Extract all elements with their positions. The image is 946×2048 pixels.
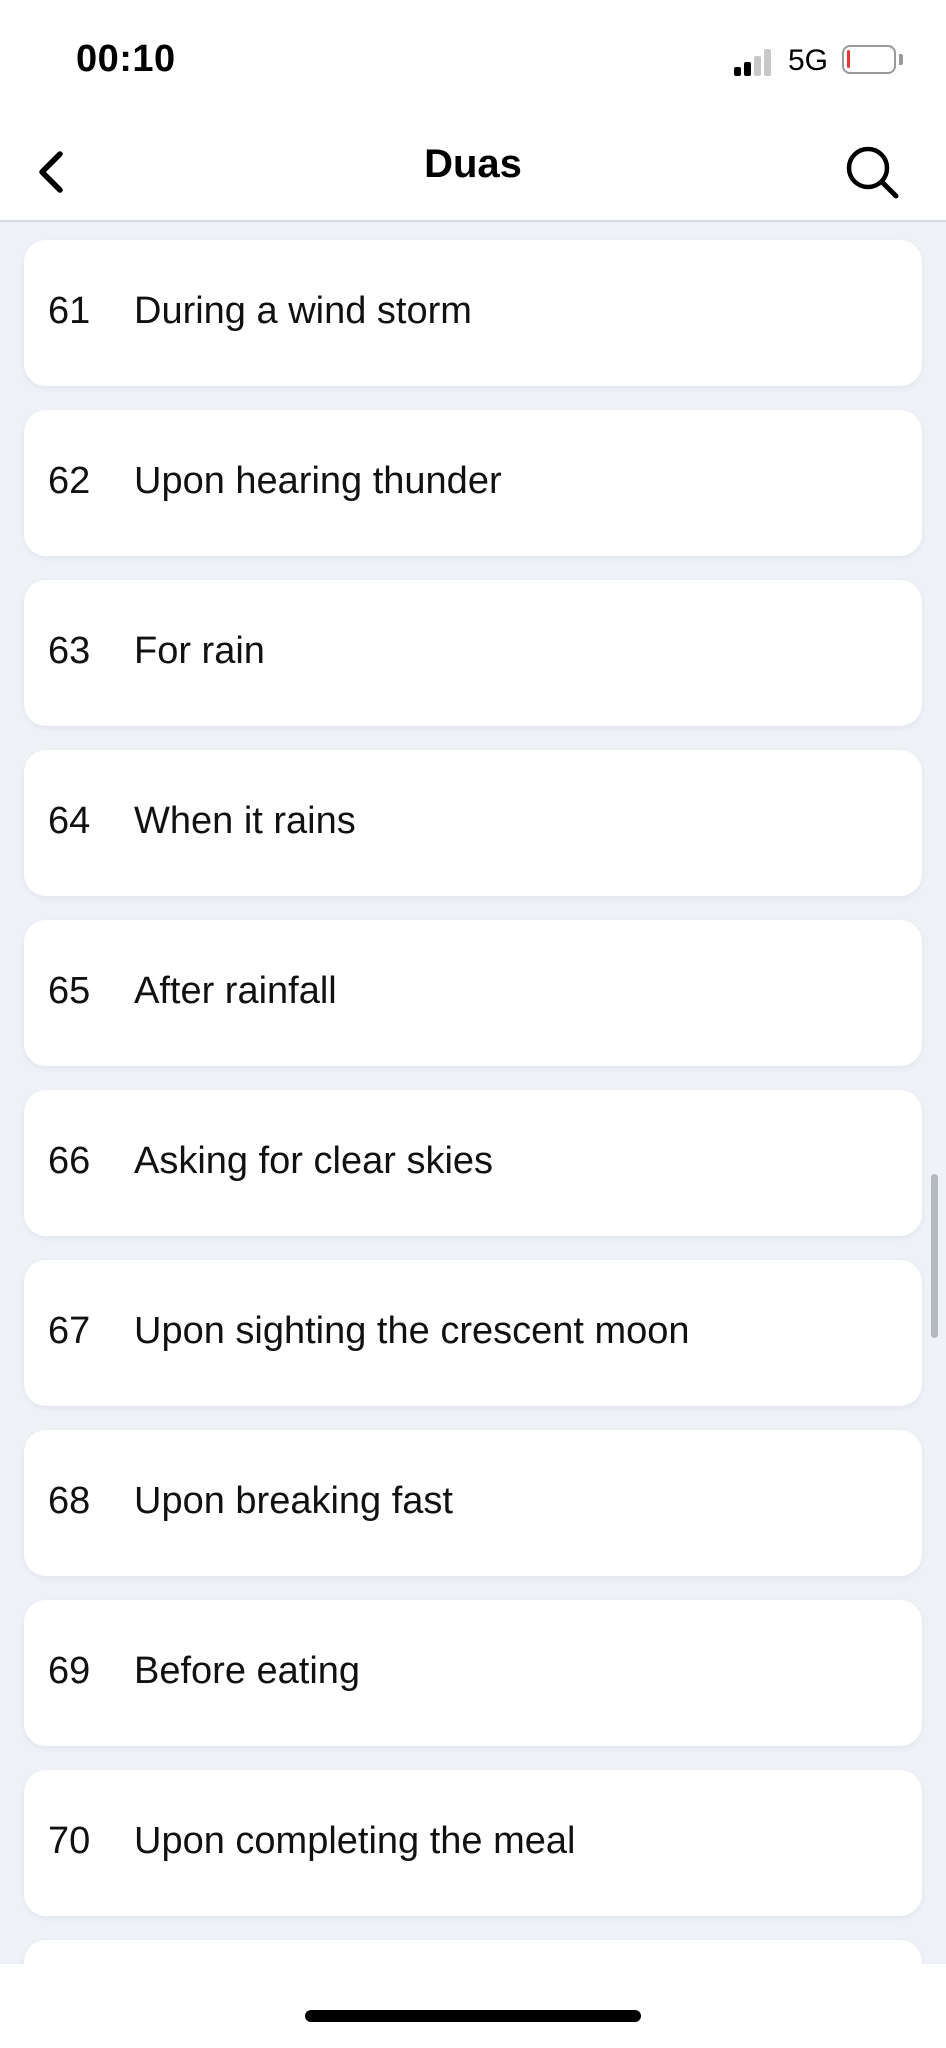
dua-number: 69 — [48, 1650, 91, 1692]
dua-list-item[interactable] — [24, 1940, 922, 1964]
dua-title: After rainfall — [134, 970, 337, 1012]
home-indicator[interactable] — [305, 2010, 641, 2022]
dua-title: Upon breaking fast — [134, 1480, 453, 1522]
search-icon — [846, 146, 899, 199]
battery-level — [847, 50, 850, 68]
dua-number: 62 — [48, 460, 91, 502]
dua-list-item[interactable]: 62 Upon hearing thunder — [24, 410, 922, 556]
dua-title: During a wind storm — [134, 290, 472, 332]
dua-list-item[interactable]: 65 After rainfall — [24, 920, 922, 1066]
dua-number: 61 — [48, 290, 91, 332]
page-title: Duas — [424, 142, 522, 186]
dua-number: 67 — [48, 1310, 91, 1352]
search-button[interactable] — [836, 132, 908, 208]
dua-number: 64 — [48, 800, 91, 842]
dua-list-item[interactable]: 69 Before eating — [24, 1600, 922, 1746]
dua-list-item[interactable]: 63 For rain — [24, 580, 922, 726]
dua-title: Before eating — [134, 1650, 361, 1692]
dua-number: 68 — [48, 1480, 91, 1522]
dua-list[interactable]: 61 During a wind storm 62 Upon hearing thun… — [0, 222, 946, 1964]
dua-list-item[interactable]: 70 Upon completing the meal — [24, 1770, 922, 1916]
dua-list-item[interactable]: 67 Upon sighting the crescent moon — [24, 1260, 922, 1406]
dua-number: 66 — [48, 1140, 91, 1182]
dua-list-item[interactable]: 68 Upon breaking fast — [24, 1430, 922, 1576]
dua-list-item[interactable]: 64 When it rains — [24, 750, 922, 896]
dua-title: Upon sighting the crescent moon — [134, 1310, 690, 1352]
status-time: 00:10 — [76, 38, 176, 80]
signal-icon — [734, 48, 776, 76]
screen: 00:10 5G Duas 61 During a wind storm 62 Upo… — [0, 0, 946, 2048]
scrollbar[interactable] — [931, 1174, 938, 1338]
dua-title: Asking for clear skies — [134, 1140, 494, 1182]
dua-list-item[interactable]: 61 During a wind storm — [24, 240, 922, 386]
dua-title: Upon completing the meal — [134, 1820, 576, 1862]
dua-number: 70 — [48, 1820, 91, 1862]
dua-title: When it rains — [134, 800, 356, 842]
dua-title: For rain — [134, 630, 265, 672]
battery-cap — [899, 54, 903, 65]
dua-list-item[interactable]: 66 Asking for clear skies — [24, 1090, 922, 1236]
battery-icon — [842, 45, 896, 74]
nav-bar: Duas — [0, 118, 946, 222]
status-bar: 00:10 5G — [0, 0, 946, 118]
network-type: 5G — [788, 44, 829, 77]
dua-number: 65 — [48, 970, 91, 1012]
home-area — [0, 1964, 946, 2048]
dua-title: Upon hearing thunder — [134, 460, 502, 502]
dua-list-items: 61 During a wind storm 62 Upon hearing thun… — [24, 240, 922, 1964]
dua-number: 63 — [48, 630, 91, 672]
